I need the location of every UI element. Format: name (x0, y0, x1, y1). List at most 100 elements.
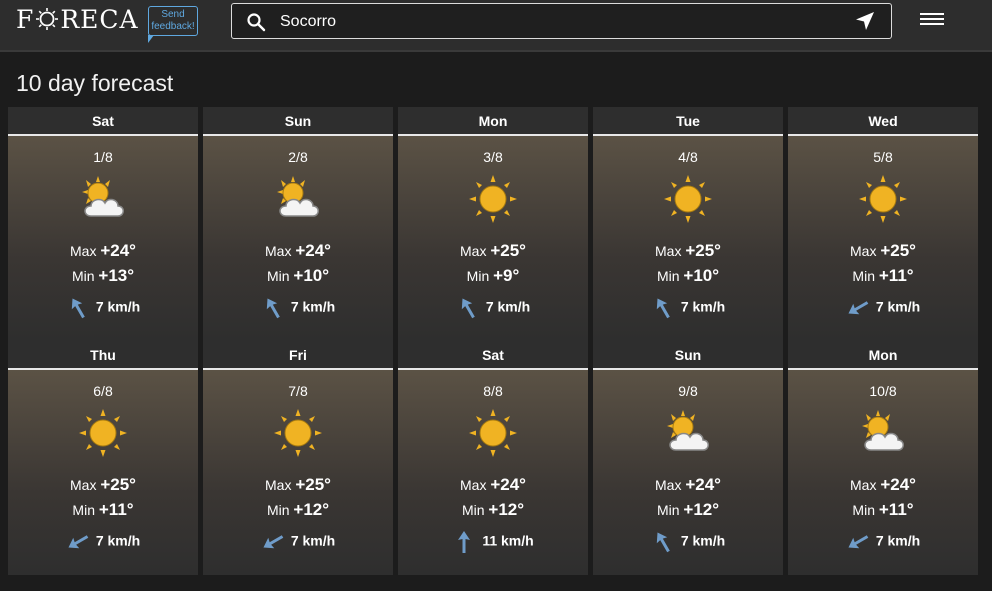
sun-icon (859, 175, 907, 223)
forecast-day-card[interactable]: Thu 6/8 Max +25° Min +11° 7 km/h (8, 341, 198, 575)
day-date: 5/8 (873, 149, 893, 165)
top-bar: F RECA Send feedback! (0, 0, 992, 52)
min-label: Min (266, 268, 290, 284)
max-temp: Max +25° (8, 475, 198, 495)
forecast-day-card[interactable]: Mon 3/8 Max +25° Min +9° 7 km/h (398, 107, 588, 341)
forecast-day-card[interactable]: Tue 4/8 Max +25° Min +10° 7 km/h (593, 107, 783, 341)
wind: 7 km/h (593, 530, 783, 554)
weather-icon-wrap (273, 408, 323, 458)
locate-me-icon[interactable] (855, 11, 875, 31)
day-body: 5/8 Max +25° Min +11° 7 km/h (788, 136, 978, 341)
location-search[interactable] (231, 3, 892, 39)
min-value: +10° (683, 266, 720, 285)
min-value: +11° (98, 500, 134, 519)
min-temp: Min +11° (788, 500, 978, 520)
min-value: +12° (683, 500, 720, 519)
sun-icon (469, 175, 517, 223)
wind: 11 km/h (398, 530, 588, 554)
forecast-day-card[interactable]: Sat 1/8 Max +24° Min +13° 7 km/h (8, 107, 198, 341)
day-body: 8/8 Max +24° Min +12° 11 km/h (398, 370, 588, 575)
partly-cloudy-icon (277, 176, 319, 217)
forecast-day-card[interactable]: Sun 9/8 Max +24° Min +12° 7 km/h (593, 341, 783, 575)
day-name: Sat (8, 107, 198, 136)
wind-arrow-icon (71, 298, 85, 319)
wind-arrow-icon (263, 535, 284, 549)
partly-cloudy-icon (667, 410, 709, 451)
min-temp: Min +10° (593, 266, 783, 286)
feedback-line1: Send (161, 9, 185, 20)
day-body: 9/8 Max +24° Min +12° 7 km/h (593, 370, 783, 575)
wind-arrow-icon (458, 531, 471, 553)
forecast-day-card[interactable]: Wed 5/8 Max +25° Min +11° 7 km/h (788, 107, 978, 341)
day-date: 4/8 (678, 149, 698, 165)
max-temp: Max +24° (398, 475, 588, 495)
weather-icon-wrap (273, 174, 323, 224)
min-value: +11° (878, 266, 914, 285)
day-name: Sat (398, 341, 588, 370)
min-value: +11° (878, 500, 914, 519)
day-name: Mon (398, 107, 588, 136)
wind-arrow-icon (656, 532, 670, 553)
max-label: Max (265, 477, 292, 493)
day-date: 3/8 (483, 149, 503, 165)
logo-letter-f: F (16, 4, 35, 34)
min-value: +9° (493, 266, 520, 285)
send-feedback-button[interactable]: Send feedback! (148, 6, 198, 43)
menu-line (920, 13, 944, 15)
min-value: +12° (488, 500, 525, 519)
weather-icon-wrap (858, 174, 908, 224)
sun-icon (469, 409, 517, 457)
max-label: Max (70, 243, 97, 259)
day-name: Mon (788, 341, 978, 370)
wind-speed: 7 km/h (680, 298, 726, 315)
forecast-day-card[interactable]: Fri 7/8 Max +25° Min +12° 7 km/h (203, 341, 393, 575)
wind-arrow-icon (461, 298, 475, 319)
wind-speed: 11 km/h (482, 532, 534, 549)
page-title: 10 day forecast (16, 70, 174, 96)
wind: 7 km/h (788, 530, 978, 554)
max-value: +24° (685, 475, 721, 494)
weather-icon-wrap (663, 408, 713, 458)
weather-icon-wrap (468, 408, 518, 458)
max-temp: Max +25° (398, 241, 588, 261)
day-date: 10/8 (869, 383, 897, 399)
foreca-logo[interactable]: F RECA (16, 4, 139, 34)
max-label: Max (850, 243, 877, 259)
day-body: 1/8 Max +24° Min +13° 7 km/h (8, 136, 198, 341)
day-name: Tue (593, 107, 783, 136)
search-input[interactable] (278, 10, 842, 34)
max-label: Max (850, 477, 877, 493)
day-name: Sun (593, 341, 783, 370)
day-date: 7/8 (288, 383, 308, 399)
day-name: Fri (203, 341, 393, 370)
wind-speed: 7 km/h (290, 298, 336, 315)
wind: 7 km/h (203, 530, 393, 554)
min-value: +12° (293, 500, 330, 519)
hamburger-menu-icon[interactable] (920, 10, 944, 30)
wind: 7 km/h (593, 296, 783, 320)
partly-cloudy-icon (862, 410, 904, 451)
max-label: Max (655, 243, 682, 259)
partly-cloudy-icon (82, 176, 124, 217)
logo-letters-reca: RECA (60, 4, 139, 34)
weather-icon-wrap (663, 174, 713, 224)
min-temp: Min +10° (203, 266, 393, 286)
forecast-day-card[interactable]: Sat 8/8 Max +24° Min +12° 11 km/h (398, 341, 588, 575)
wind-speed: 7 km/h (290, 532, 336, 549)
max-temp: Max +25° (788, 241, 978, 261)
min-value: +10° (293, 266, 330, 285)
min-temp: Min +9° (398, 266, 588, 286)
min-temp: Min +12° (398, 500, 588, 520)
feedback-line2: feedback! (151, 21, 195, 32)
day-date: 9/8 (678, 383, 698, 399)
day-name: Thu (8, 341, 198, 370)
max-value: +24° (295, 241, 331, 260)
max-temp: Max +25° (203, 475, 393, 495)
sun-icon (274, 409, 322, 457)
forecast-day-card[interactable]: Sun 2/8 Max +24° Min +10° 7 km/h (203, 107, 393, 341)
forecast-day-card[interactable]: Mon 10/8 Max +24° Min +11° 7 km/h (788, 341, 978, 575)
day-body: 7/8 Max +25° Min +12° 7 km/h (203, 370, 393, 575)
logo-sun-icon (36, 8, 59, 30)
sun-icon (664, 175, 712, 223)
min-label: Min (72, 502, 95, 518)
